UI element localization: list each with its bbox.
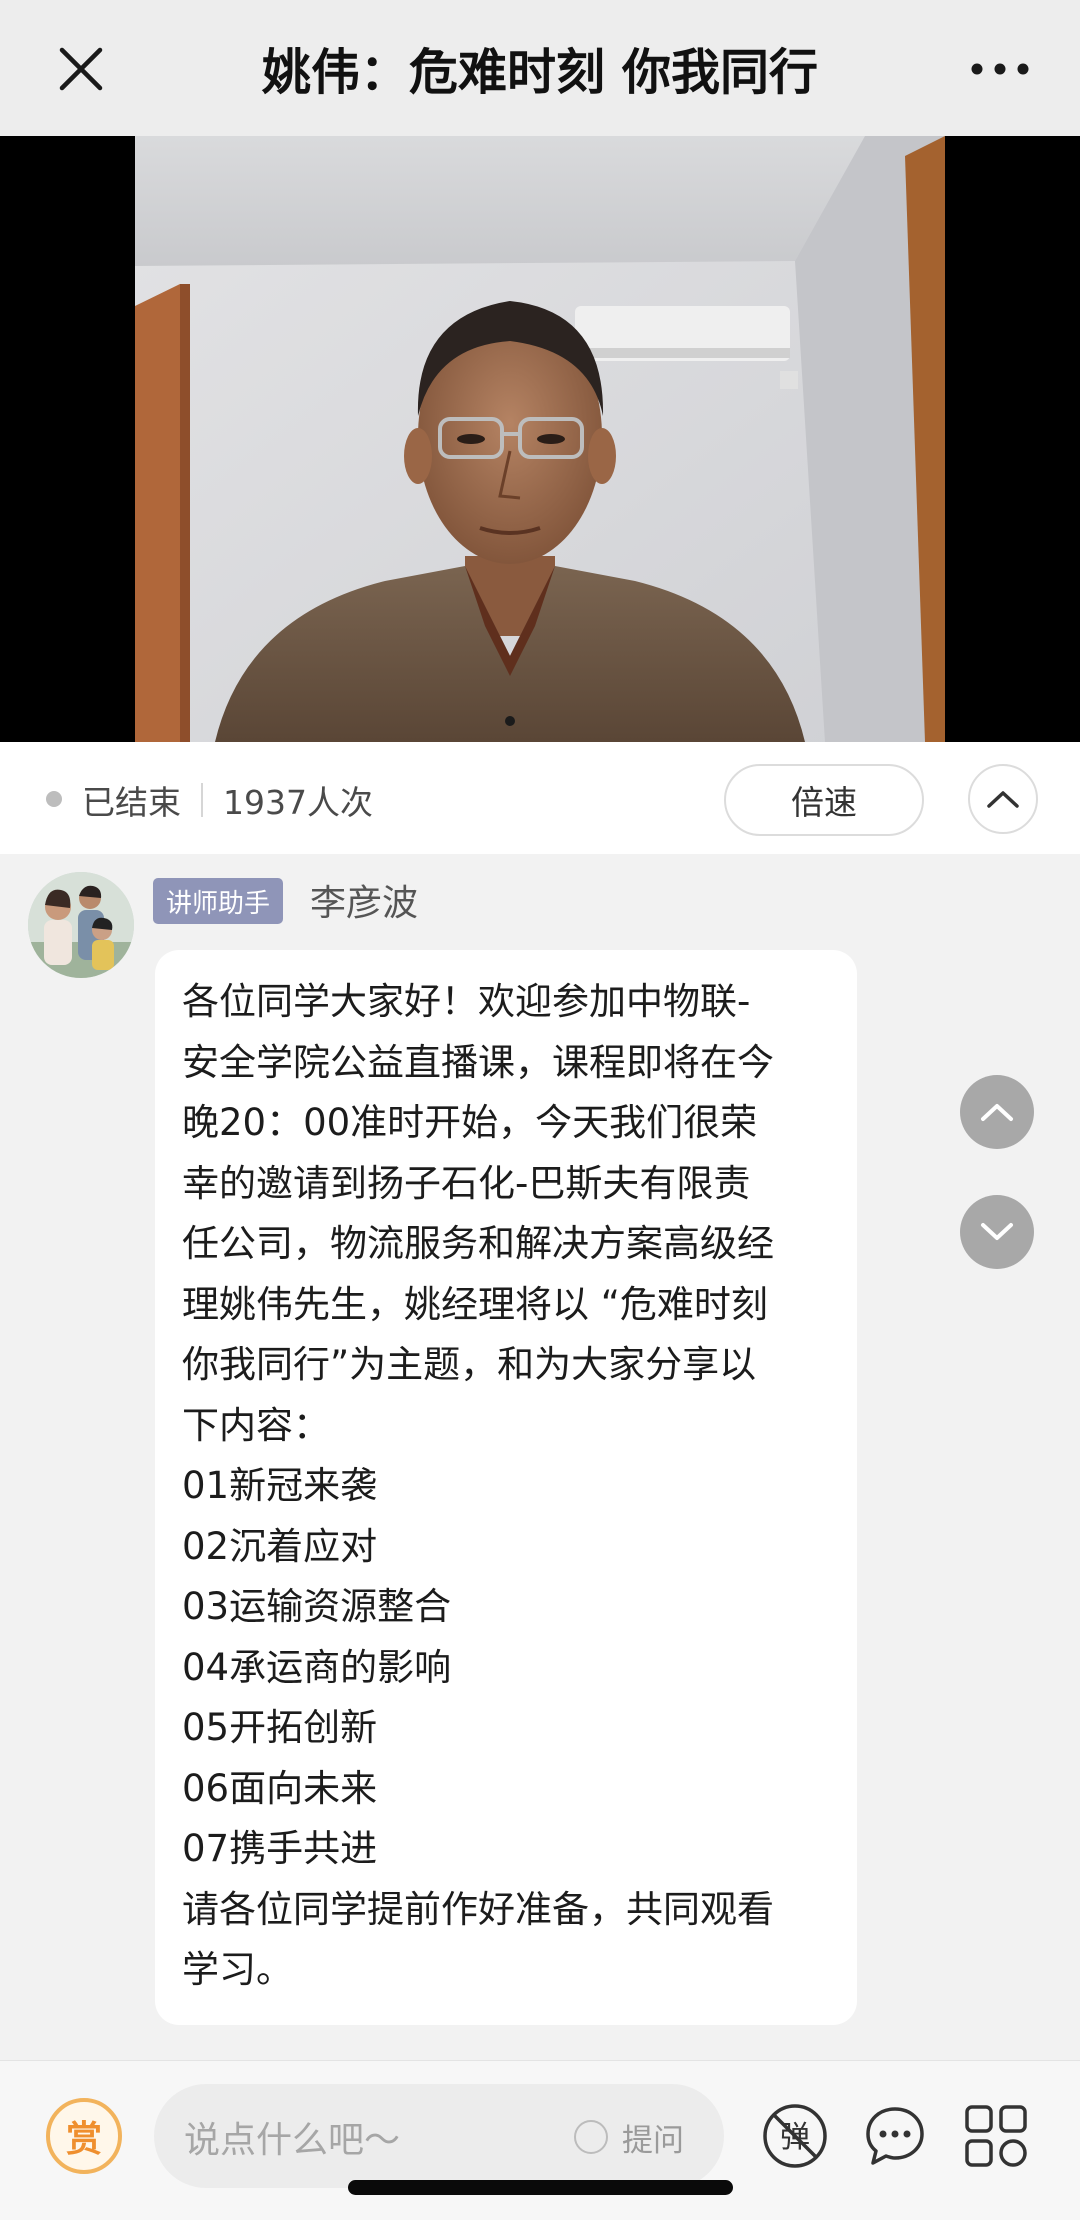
close-button[interactable]: [46, 34, 116, 104]
view-count: 1937人次: [223, 783, 373, 822]
message-line: 任公司，物流服务和解决方案高级经: [182, 1222, 774, 1265]
message-line: 01新冠来袭: [182, 1464, 378, 1507]
chevron-up-icon: [981, 1104, 1013, 1121]
collapse-video-button[interactable]: [968, 764, 1038, 834]
chevron-up-icon: [987, 791, 1019, 808]
scroll-down-button[interactable]: [960, 1195, 1034, 1269]
message-line: 05开拓创新: [182, 1706, 378, 1749]
live-state-label: 已结束: [82, 783, 181, 822]
comment-list-button[interactable]: [860, 2101, 930, 2171]
more-button[interactable]: [960, 34, 1040, 104]
message-bubble[interactable]: 各位同学大家好！欢迎参加中物联- 安全学院公益直播课，课程即将在今 晚20：00…: [155, 950, 857, 2025]
status-dot: [46, 791, 62, 807]
presenter-image: [135, 136, 945, 742]
ask-question-toggle[interactable]: 提问: [574, 2110, 684, 2164]
ask-question-label: 提问: [622, 2122, 684, 2159]
sender-name: 李彦波: [310, 883, 419, 924]
message-line: 你我同行”为主题，和为大家分享以: [182, 1343, 757, 1386]
playback-speed-button[interactable]: 倍速: [724, 764, 924, 836]
avatar-photo: [28, 872, 134, 978]
reward-button[interactable]: 赏: [46, 2098, 122, 2174]
grid-apps-icon: [965, 2105, 1027, 2167]
message-line: 06面向未来: [182, 1766, 378, 1810]
comment-input-placeholder: 说点什么吧～: [184, 2120, 401, 2161]
message-line: 请各位同学提前作好准备，共同观看: [182, 1887, 774, 1931]
close-icon: [59, 47, 103, 91]
message-line: 幸的邀请到扬子石化-巴斯夫有限责: [182, 1161, 751, 1205]
message-line: 学习。: [182, 1948, 293, 1991]
more-features-button[interactable]: [960, 2100, 1032, 2172]
chat-bubble-icon: [866, 2107, 924, 2165]
message-line: 晚20：00准时开始，今天我们很荣: [182, 1101, 758, 1144]
message-line: 02沉着应对: [182, 1524, 378, 1568]
live-lesson-screen: 姚伟：危难时刻 你我同行 已结束 1937人次 倍速 讲师助手 李彦波 各位同学…: [0, 0, 1080, 2220]
message-line: 下内容：: [182, 1403, 330, 1447]
more-horizontal-icon: [971, 63, 1029, 75]
live-status: 已结束 1937人次: [82, 772, 373, 828]
danmu-off-icon: 弹: [763, 2104, 827, 2168]
message-line: 安全学院公益直播课，课程即将在今: [182, 1040, 774, 1084]
message-line: 各位同学大家好！欢迎参加中物联-: [182, 980, 751, 1023]
role-badge: 讲师助手: [153, 878, 284, 924]
message-line: 理姚伟先生，姚经理将以 “危难时刻: [182, 1282, 768, 1326]
message-line: 04承运商的影响: [182, 1645, 452, 1689]
status-divider: [201, 783, 203, 817]
scroll-up-button[interactable]: [960, 1075, 1034, 1149]
message-line: 03运输资源整合: [182, 1585, 452, 1628]
danmu-label: 弹: [780, 2120, 810, 2155]
chevron-down-icon: [981, 1223, 1013, 1240]
avatar[interactable]: [28, 872, 134, 978]
page-title: 姚伟：危难时刻 你我同行: [261, 43, 819, 101]
radio-circle-icon: [574, 2120, 608, 2154]
danmu-toggle-button[interactable]: 弹: [760, 2101, 830, 2171]
presenter-video-frame: [135, 136, 945, 742]
message-line: 07携手共进: [182, 1827, 378, 1870]
video-player[interactable]: [0, 136, 1080, 742]
home-indicator: [348, 2180, 733, 2195]
